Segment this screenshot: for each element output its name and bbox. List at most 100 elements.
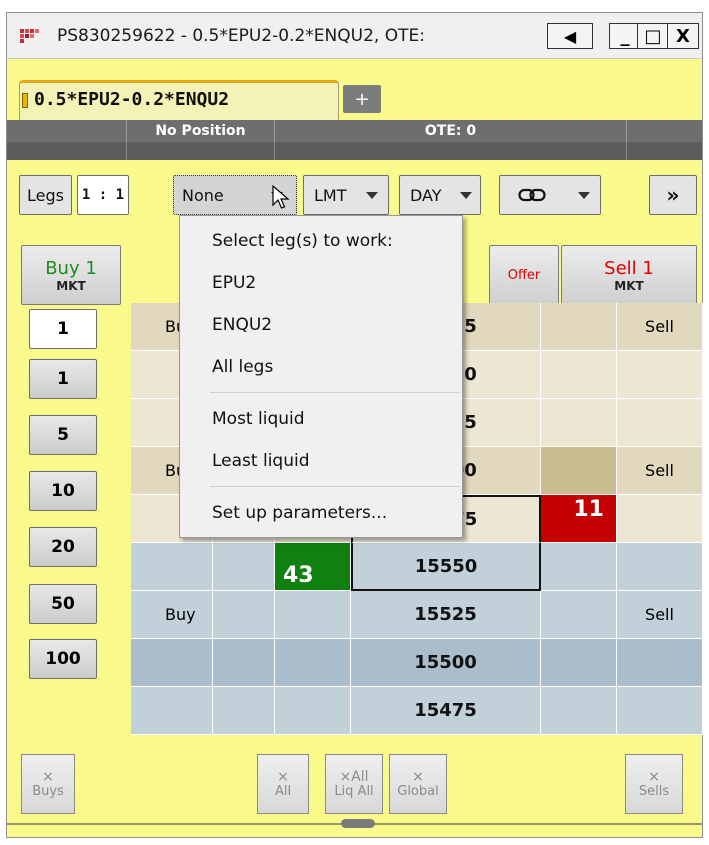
ladder-ask-cell[interactable]: [541, 543, 617, 591]
cancel-icon: ×All: [339, 768, 369, 785]
chevron-down-icon: [578, 192, 590, 199]
qty-button[interactable]: 100: [29, 639, 97, 679]
sell-market-type: MKT: [614, 278, 644, 293]
ratio-field[interactable]: 1 : 1: [77, 175, 129, 215]
ladder-sell-cell[interactable]: [617, 543, 703, 591]
cancel-all-button[interactable]: × All: [257, 754, 309, 814]
leg-select-menu: Select leg(s) to work: EPU2 ENQU2 All le…: [179, 215, 463, 538]
qty-button[interactable]: 1: [29, 309, 97, 349]
ladder-ask-cell[interactable]: [541, 639, 617, 687]
duration-dropdown[interactable]: DAY: [399, 175, 481, 215]
menu-item-all-legs[interactable]: All legs: [180, 346, 462, 388]
speaker-icon: ◀: [563, 26, 577, 46]
ladder-working-cell[interactable]: [213, 639, 275, 687]
ladder-buy-cell[interactable]: Buy: [131, 591, 213, 639]
qty-button[interactable]: 10: [29, 471, 97, 511]
link-dropdown[interactable]: [499, 175, 601, 215]
status-sub-1: [7, 142, 127, 160]
duration-value: DAY: [410, 185, 442, 205]
ladder-sell-cell[interactable]: [617, 495, 703, 543]
sell-market-button[interactable]: Sell 1 MKT: [561, 245, 697, 305]
close-icon: X: [676, 25, 690, 47]
ladder-sell-cell[interactable]: [617, 639, 703, 687]
ladder-buy-cell[interactable]: [131, 639, 213, 687]
splitter-handle[interactable]: [341, 819, 375, 828]
qty-button[interactable]: 20: [29, 527, 97, 567]
ladder-buy-cell[interactable]: [131, 543, 213, 591]
menu-item-most-liquid[interactable]: Most liquid: [180, 398, 462, 440]
chevron-down-icon: [460, 192, 472, 199]
cancel-buys-button[interactable]: × Buys: [21, 754, 75, 814]
ladder-sell-cell[interactable]: [617, 351, 703, 399]
maximize-button[interactable]: □: [637, 23, 669, 49]
order-type-dropdown[interactable]: LMT: [303, 175, 389, 215]
menu-item-epu2[interactable]: EPU2: [180, 262, 462, 304]
cancel-icon: ×: [648, 768, 660, 785]
ladder-sell-cell[interactable]: Sell: [617, 303, 703, 351]
menu-item-enqu2[interactable]: ENQU2: [180, 304, 462, 346]
ladder-ask-cell[interactable]: [541, 447, 617, 495]
tab-marker-icon: [22, 93, 28, 108]
status-spacer-right: [627, 120, 702, 142]
ladder-working-cell[interactable]: [213, 687, 275, 735]
ladder-bid-cell[interactable]: [275, 687, 351, 735]
status-strip: No Position OTE: 0: [7, 120, 702, 160]
close-button[interactable]: X: [667, 23, 699, 49]
ladder-bid-cell[interactable]: 43: [275, 543, 351, 591]
ladder-bid-cell[interactable]: [275, 591, 351, 639]
ladder-ask-cell[interactable]: [541, 591, 617, 639]
ladder-buy-cell[interactable]: [131, 687, 213, 735]
menu-separator: [210, 392, 460, 393]
ladder-price-cell[interactable]: 15550: [351, 543, 541, 591]
cancel-global-button[interactable]: × Global: [389, 754, 447, 814]
cancel-all-label: All: [274, 783, 292, 799]
menu-item-set-up-parameters[interactable]: Set up parameters...: [180, 492, 462, 534]
ladder-price-cell[interactable]: 15500: [351, 639, 541, 687]
more-button[interactable]: »: [649, 175, 697, 215]
legs-button[interactable]: Legs: [19, 175, 72, 215]
cancel-icon: ×: [42, 768, 54, 785]
buy-market-button[interactable]: Buy 1 MKT: [21, 245, 121, 305]
position-label: No Position: [127, 120, 275, 142]
liquidate-all-button[interactable]: ×All Liq All: [325, 754, 383, 814]
menu-item-least-liquid[interactable]: Least liquid: [180, 440, 462, 482]
ladder-sell-cell[interactable]: [617, 687, 703, 735]
ladder-ask-cell[interactable]: [541, 303, 617, 351]
status-sub-2: [127, 142, 275, 160]
ladder-bid-cell[interactable]: [275, 639, 351, 687]
ladder-price-cell[interactable]: 15475: [351, 687, 541, 735]
ladder-ask-cell[interactable]: [541, 687, 617, 735]
status-sub-4: [627, 142, 702, 160]
sound-button[interactable]: ◀: [547, 23, 593, 49]
sell-market-label: Sell 1: [604, 257, 654, 279]
ladder-sell-cell[interactable]: [617, 399, 703, 447]
ladder-sell-cell[interactable]: Sell: [617, 591, 703, 639]
buy-market-label: Buy 1: [45, 257, 97, 279]
ladder-ask-cell[interactable]: 11: [541, 495, 617, 543]
menu-header: Select leg(s) to work:: [212, 231, 393, 251]
ladder-sell-cell[interactable]: Sell: [617, 447, 703, 495]
ladder-ask-cell[interactable]: [541, 399, 617, 447]
qty-button[interactable]: 50: [29, 584, 97, 624]
cancel-sells-label: Sells: [638, 783, 670, 799]
qty-button[interactable]: 5: [29, 415, 97, 455]
qty-button[interactable]: 1: [29, 359, 97, 399]
ladder-working-cell[interactable]: [213, 591, 275, 639]
app-logo-icon: [20, 29, 39, 43]
chevron-down-icon: [366, 192, 378, 199]
ladder-price-cell[interactable]: 15525: [351, 591, 541, 639]
ote-label: OTE: 0: [275, 120, 627, 142]
ladder-working-cell[interactable]: [213, 543, 275, 591]
mouse-cursor-icon: [272, 185, 290, 209]
cancel-icon: ×: [412, 768, 424, 785]
cancel-sells-button[interactable]: × Sells: [625, 754, 683, 814]
tab-row: 0.5*EPU2-0.2*ENQU2 +: [7, 60, 702, 120]
offer-button[interactable]: Offer: [489, 245, 559, 305]
buy-market-type: MKT: [56, 278, 86, 293]
menu-separator: [210, 486, 460, 487]
status-sub-3: [275, 142, 627, 160]
add-tab-button[interactable]: +: [343, 85, 381, 113]
tab-active[interactable]: 0.5*EPU2-0.2*ENQU2: [19, 80, 339, 120]
minimize-icon: _: [620, 25, 630, 47]
ladder-ask-cell[interactable]: [541, 351, 617, 399]
